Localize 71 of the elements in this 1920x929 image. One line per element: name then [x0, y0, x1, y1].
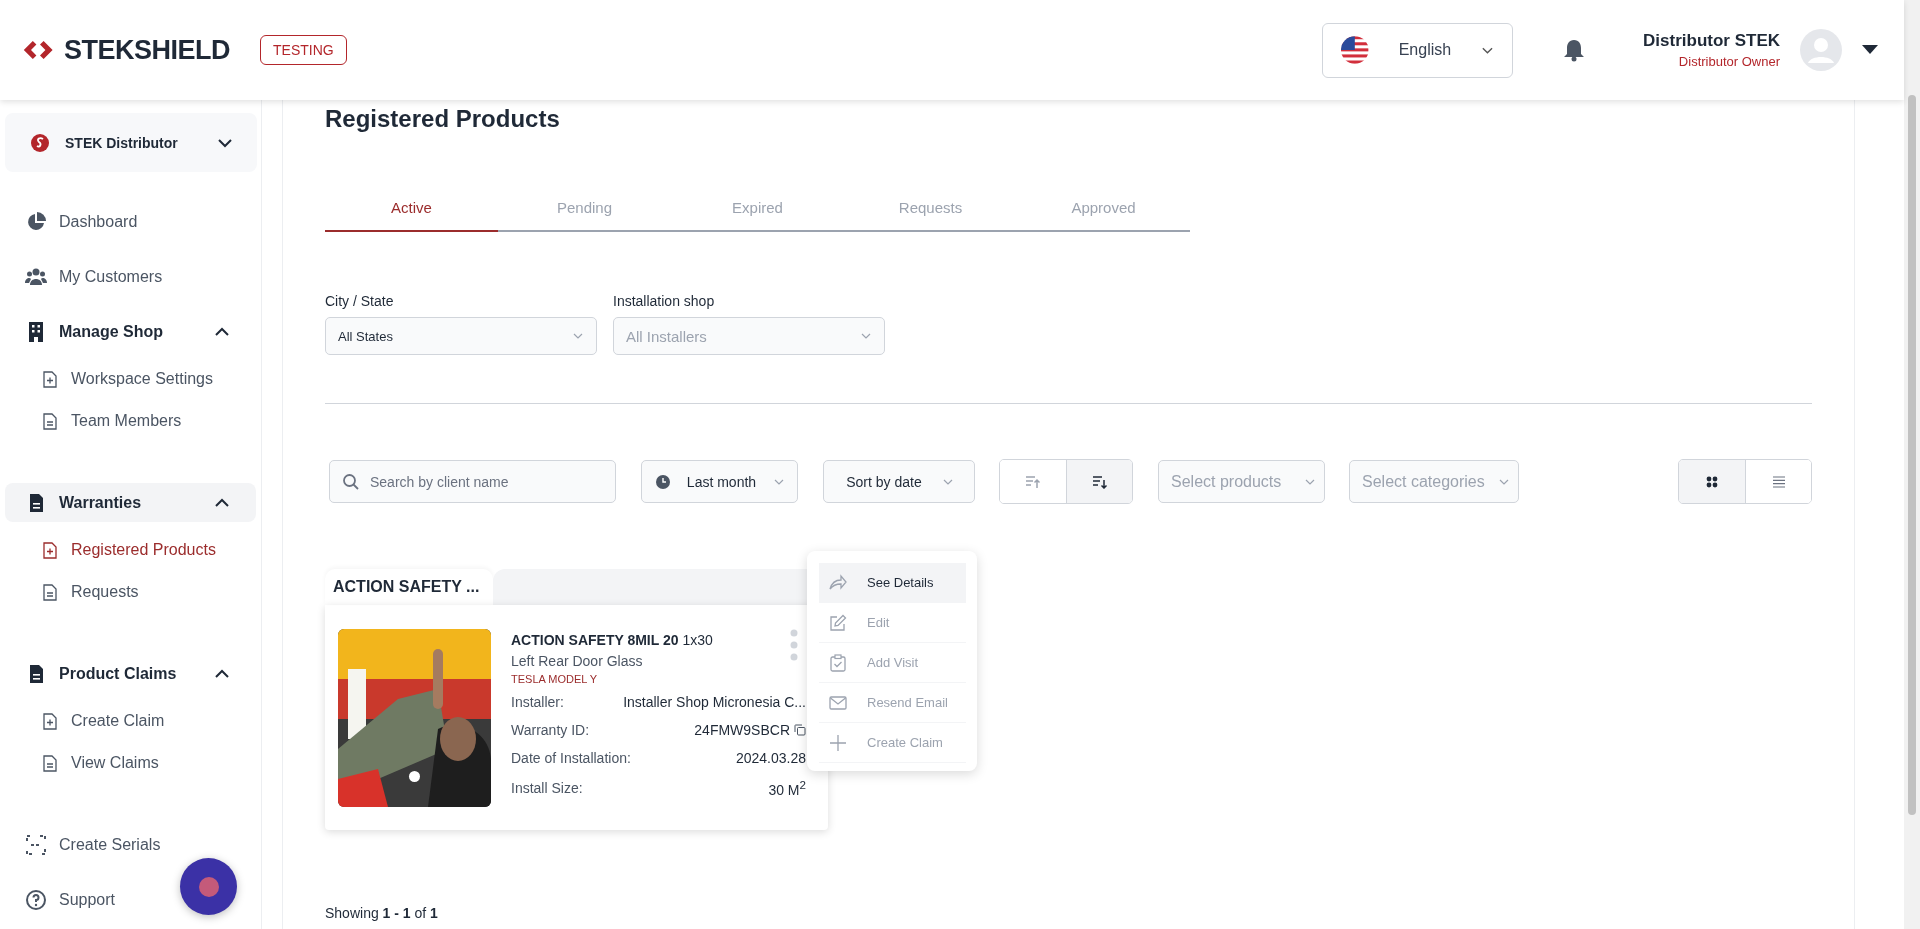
- sort-descending-icon: [1091, 474, 1108, 489]
- clipboard-check-icon: [829, 653, 847, 672]
- sidebar-subitem[interactable]: Team Members: [5, 400, 256, 442]
- grid-view-button[interactable]: [1679, 460, 1745, 503]
- pencil-icon: [829, 613, 847, 632]
- detail-label: Date of Installation:: [511, 750, 631, 766]
- detail-label: Warranty ID:: [511, 722, 590, 738]
- document-plus-icon: [43, 541, 57, 559]
- menu-item[interactable]: See Details: [819, 563, 966, 603]
- filter-select[interactable]: All States: [325, 317, 597, 355]
- detail-value: 2024.03.28: [735, 750, 806, 766]
- detail-value: Installer Shop Micronesia C...: [623, 694, 806, 710]
- document-plus-icon: [43, 370, 57, 388]
- search-field[interactable]: Search by client name: [329, 460, 616, 503]
- flag-icon: [1341, 35, 1369, 65]
- product-location: Left Rear Door Glass: [511, 653, 644, 669]
- sidebar-subitem[interactable]: Create Claim: [5, 700, 256, 742]
- language-select[interactable]: English: [1322, 22, 1514, 78]
- sidebar-item[interactable]: Dashboard: [5, 194, 256, 249]
- organization-select[interactable]: STEK Distributor: [5, 113, 257, 172]
- sort-ascending-icon: [1025, 474, 1041, 489]
- sidebar-subitem[interactable]: Requests: [5, 571, 256, 613]
- copy-icon[interactable]: [794, 724, 806, 736]
- organization-logo-icon: [31, 133, 49, 152]
- chat-button[interactable]: [180, 858, 237, 915]
- vehicle-name: TESLA MODEL Y: [511, 673, 599, 685]
- sidebar-item[interactable]: Support: [5, 872, 256, 927]
- sidebar-subitem[interactable]: View Claims: [5, 742, 256, 784]
- sidebar-item[interactable]: My Customers: [5, 249, 256, 304]
- group-tab[interactable]: ACTION SAFETY ...: [325, 569, 493, 605]
- plus-icon: [829, 733, 847, 752]
- scrollbar[interactable]: [1904, 0, 1920, 929]
- detail-value: 30 M$^{2}$: [768, 778, 806, 798]
- document-icon: [43, 754, 57, 772]
- sort-descending-button[interactable]: [1066, 460, 1132, 503]
- logo: STEKSHIELD: [64, 34, 231, 66]
- sidebar-subitem[interactable]: Registered Products: [5, 529, 256, 571]
- help-icon: [25, 888, 47, 911]
- pie-chart-icon: [25, 210, 47, 233]
- search-icon: [342, 472, 360, 491]
- sidebar-subitem[interactable]: Workspace Settings: [5, 358, 256, 400]
- share-arrow-icon: [829, 573, 847, 592]
- user-role: Distributor Owner: [1678, 54, 1780, 69]
- detail-label: Install Size:: [511, 779, 583, 796]
- clock-icon: [656, 474, 670, 489]
- sidebar-section[interactable]: Manage Shop: [5, 304, 256, 359]
- sidebar-section[interactable]: Warranties: [5, 475, 256, 530]
- filter-label: City / State: [325, 293, 395, 309]
- document-icon: [43, 412, 57, 430]
- sidebar-section[interactable]: Product Claims: [5, 646, 256, 701]
- carousel-dot[interactable]: [409, 771, 420, 782]
- bell-icon[interactable]: [1563, 38, 1586, 62]
- grid-icon: [1706, 475, 1718, 488]
- period-select[interactable]: Last month: [641, 460, 798, 503]
- scan-icon: [25, 833, 47, 856]
- sidebar-item[interactable]: Create Serials: [5, 817, 256, 872]
- filter-label: Installation shop: [613, 293, 716, 309]
- detail-label: Installer:: [511, 694, 564, 710]
- environment-badge: TESTING: [260, 35, 347, 65]
- document-icon: [43, 583, 57, 601]
- sort-select[interactable]: Sort by date: [823, 460, 975, 503]
- caret-down-icon[interactable]: [1862, 45, 1878, 55]
- envelope-icon: [829, 693, 847, 712]
- tab[interactable]: Active: [325, 184, 498, 232]
- pagination-summary: Showing 1 - 1 of 1: [325, 905, 439, 921]
- detail-value: 24FMW9SBCR: [694, 722, 790, 738]
- page-title: Registered Products: [325, 104, 561, 134]
- product-name: ACTION SAFETY 8MIL 20 1x30: [511, 632, 714, 648]
- list-icon: [1771, 475, 1786, 488]
- user-name: Distributor STEK: [1643, 31, 1780, 51]
- document-plus-icon: [43, 712, 57, 730]
